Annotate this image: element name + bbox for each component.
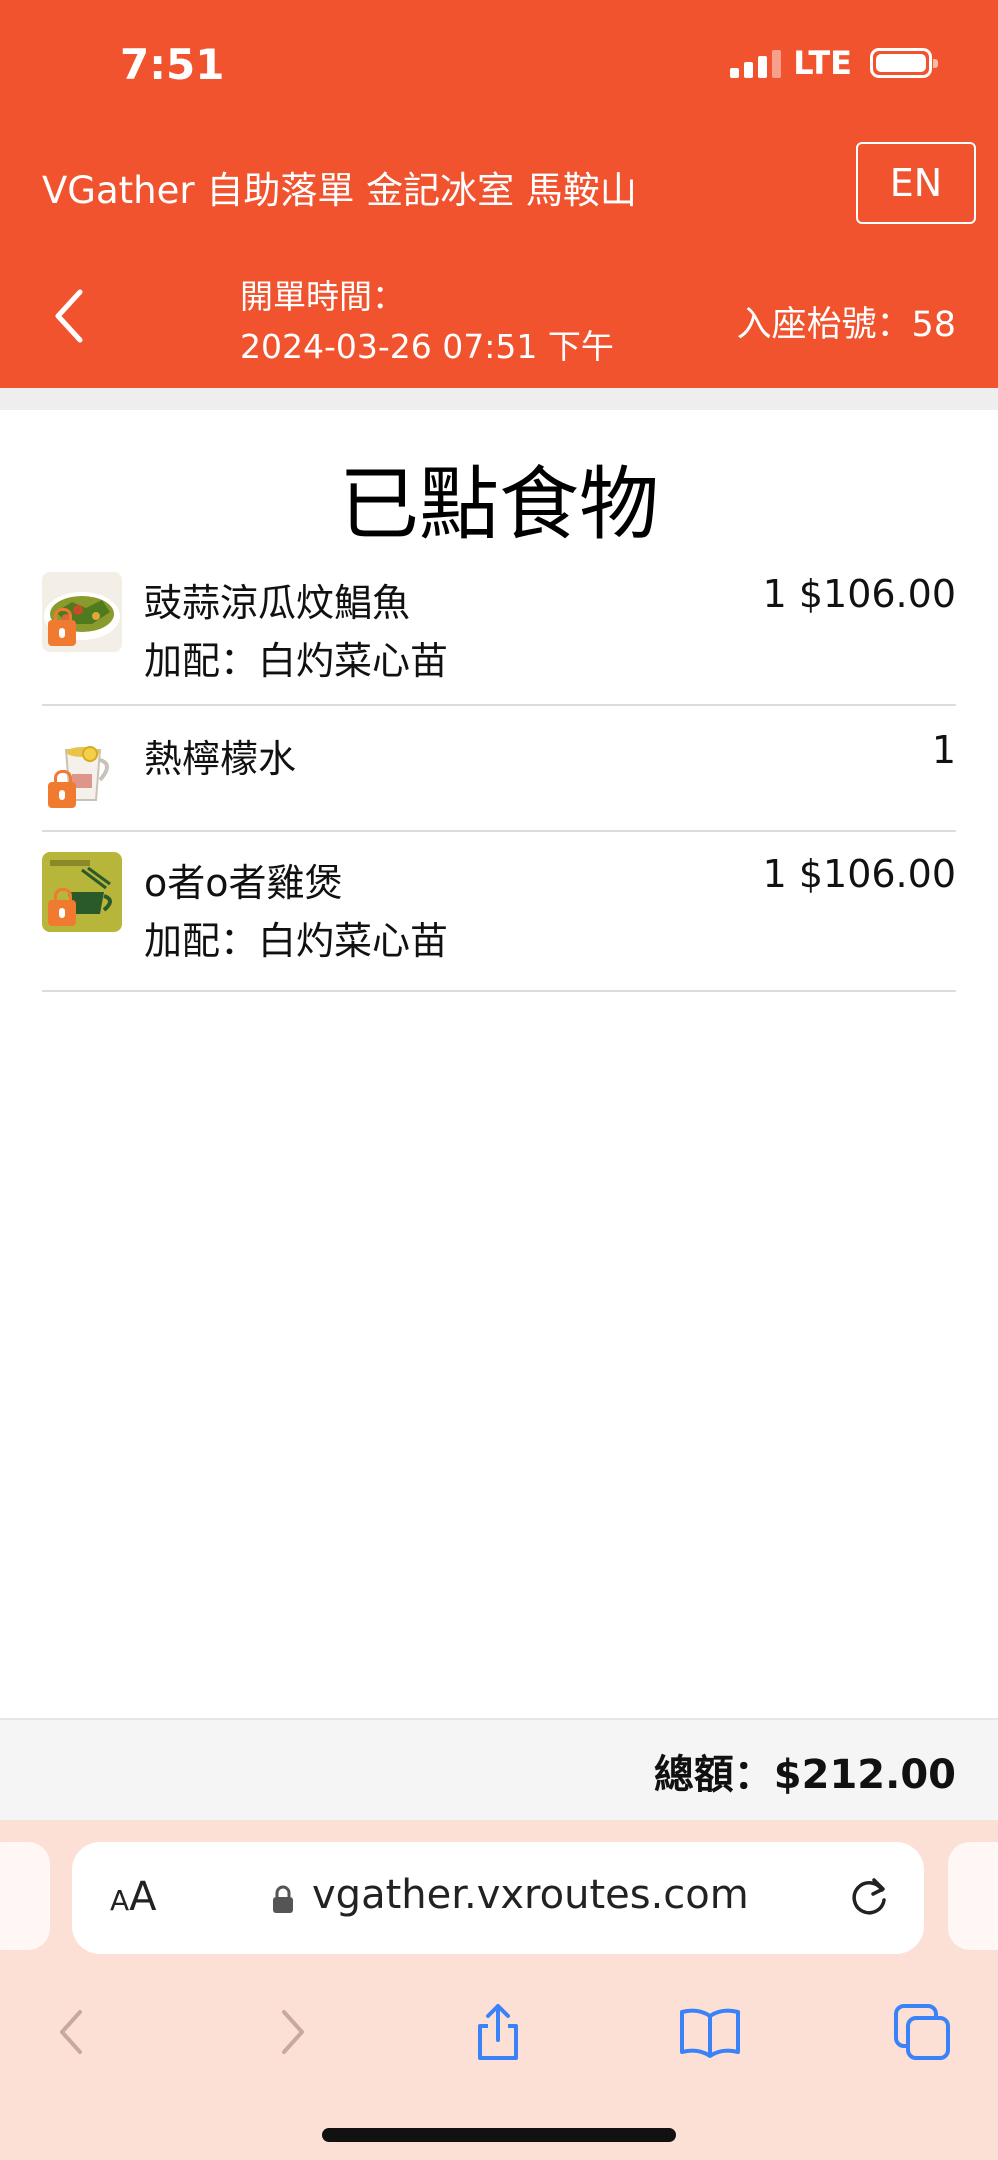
page-title: 已點食物 — [339, 458, 659, 551]
total-bar: 總額：$212.00 — [0, 1718, 998, 1820]
item-qty-price: 1 $106.00 — [762, 852, 956, 896]
open-time-value: 2024-03-26 07:51 下午 — [240, 327, 614, 366]
padlock-icon — [273, 1885, 293, 1913]
previous-tab-preview[interactable] — [0, 1842, 50, 1950]
item-name: 熱檸檬水 — [144, 737, 297, 781]
list-item[interactable]: 豉蒜涼瓜炆鯧魚 加配：白灼菜心苗 1 $106.00 — [42, 560, 956, 706]
store-name: VGather 自助落單 金記冰室 馬鞍山 — [42, 169, 637, 212]
reload-icon[interactable] — [844, 1872, 894, 1922]
back-arrow-icon[interactable] — [50, 288, 90, 344]
status-indicators: LTE — [730, 44, 938, 82]
item-name: o者o者雞煲 — [144, 861, 343, 905]
header-bar: 7:51 LTE VGather 自助落單 金記冰室 馬鞍山 EN 開單時間： … — [0, 0, 998, 388]
item-addon: 加配：白灼菜心苗 — [144, 919, 449, 963]
next-tab-preview[interactable] — [948, 1842, 998, 1950]
bookmarks-icon[interactable] — [678, 2000, 742, 2064]
cellular-signal-icon — [730, 48, 782, 78]
item-name: 豉蒜涼瓜炆鯧魚 — [144, 581, 411, 625]
dish-photo-icon — [42, 572, 122, 652]
status-time: 7:51 — [120, 40, 225, 89]
item-addon: 加配：白灼菜心苗 — [144, 639, 449, 683]
order-total: 總額：$212.00 — [653, 1752, 956, 1798]
forward-icon[interactable] — [258, 2000, 322, 2064]
header-divider — [0, 388, 998, 410]
text-size-button[interactable]: AA — [110, 1874, 157, 1920]
network-type: LTE — [793, 44, 852, 82]
restaurant-logo-icon — [42, 852, 122, 932]
table-number: 入座枱號：58 — [736, 305, 956, 345]
back-icon[interactable] — [42, 2000, 106, 2064]
browser-nav-row — [0, 1990, 998, 2080]
share-icon[interactable] — [466, 2000, 530, 2064]
address-bar[interactable]: AA vgather.vxroutes.com — [72, 1842, 924, 1954]
browser-toolbar: AA vgather.vxroutes.com — [0, 1820, 998, 2160]
list-item[interactable]: 熱檸檬水 1 — [42, 706, 956, 832]
tabs-icon[interactable] — [890, 2000, 954, 2064]
open-time-label: 開單時間： — [240, 277, 405, 316]
url-text: vgather.vxroutes.com — [312, 1872, 749, 1918]
battery-icon — [870, 48, 938, 78]
home-indicator — [322, 2128, 676, 2142]
language-toggle-button[interactable]: EN — [856, 142, 976, 224]
list-item[interactable]: o者o者雞煲 加配：白灼菜心苗 1 $106.00 — [42, 832, 956, 992]
item-qty-price: 1 — [931, 728, 956, 772]
ordered-items-list: 豉蒜涼瓜炆鯧魚 加配：白灼菜心苗 1 $106.00 熱檸檬水 1 o者o者雞煲… — [42, 560, 956, 992]
lemon-tea-photo-icon — [42, 734, 122, 814]
item-qty-price: 1 $106.00 — [762, 572, 956, 616]
